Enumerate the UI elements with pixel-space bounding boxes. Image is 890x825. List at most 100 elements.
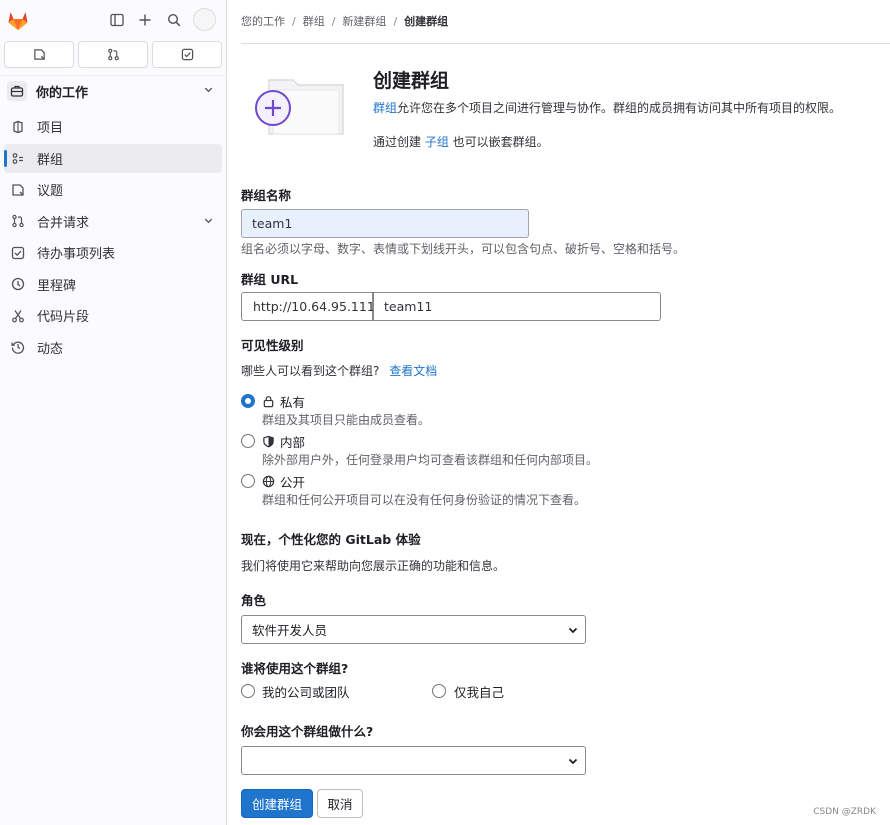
cancel-button[interactable]: 取消 (317, 789, 363, 818)
issues-icon (33, 49, 45, 60)
page-title: 创建群组 (373, 70, 450, 92)
who-company-radio[interactable] (241, 684, 255, 698)
user-avatar[interactable] (193, 8, 216, 31)
project-icon (10, 119, 26, 135)
visibility-public-radio[interactable] (241, 474, 255, 488)
sidebar-item-groups[interactable]: 群组 (4, 143, 222, 173)
group-url-input[interactable]: team11 (373, 292, 661, 321)
activity-icon (10, 339, 26, 355)
chevron-down-icon (203, 215, 214, 230)
who-just-me-label[interactable]: 仅我自己 (454, 682, 504, 701)
plus-icon[interactable] (134, 9, 156, 31)
breadcrumb-your-work[interactable]: 您的工作 (241, 13, 285, 29)
todo-icon (10, 245, 26, 261)
visibility-public-help: 群组和任何公开项目可以在没有任何身份验证的情况下查看。 (262, 493, 587, 507)
sidebar-item-label: 合并请求 (37, 215, 90, 231)
visibility-public-label[interactable]: 公开 (262, 472, 305, 491)
who-company-label[interactable]: 我的公司或团队 (262, 682, 350, 701)
sidebar-item-snippets[interactable]: 代码片段 (4, 301, 222, 330)
sidebar-item-label: 议题 (37, 184, 64, 199)
globe-icon (262, 475, 275, 488)
sidebar-item-activity[interactable]: 动态 (4, 333, 222, 362)
sidebar-item-label: 项目 (37, 121, 64, 136)
lock-icon (263, 396, 274, 408)
sidebar-item-issues[interactable]: 议题 (4, 175, 222, 204)
gitlab-logo-icon[interactable] (6, 8, 30, 32)
subgroup-description: 通过创建 子组 也可以嵌套群组。 (373, 133, 549, 150)
breadcrumb-separator: / (292, 14, 296, 28)
group-name-input[interactable]: team1 (241, 209, 529, 238)
role-select-value: 软件开发人员 (252, 623, 328, 638)
groups-docs-link[interactable]: 群组 (373, 101, 397, 115)
sidebar-item-todos[interactable]: 待办事项列表 (4, 238, 222, 267)
subgroup-text-post: 也可以嵌套群组。 (448, 135, 549, 149)
context-label: 你的工作 (36, 85, 89, 101)
sidebar-item-label: 群组 (37, 152, 64, 168)
main-content: 您的工作 / 群组 / 新建群组 / 创建群组 创建群组 群组允许您在多个项目之… (227, 0, 890, 825)
role-select[interactable]: 软件开发人员 (241, 615, 586, 644)
subgroup-docs-link[interactable]: 子组 (425, 135, 449, 149)
purpose-select[interactable] (241, 746, 586, 775)
visibility-option-label: 公开 (280, 475, 306, 490)
search-icon[interactable] (163, 9, 185, 31)
merge-request-icon (10, 213, 26, 229)
visibility-question: 哪些人可以看到这个群组? 查看文档 (241, 362, 437, 379)
briefcase-icon (7, 81, 27, 101)
chevron-down-icon (567, 755, 579, 770)
sidebar-item-merge-requests[interactable]: 合并请求 (4, 207, 222, 236)
sidebar-item-milestones[interactable]: 里程碑 (4, 270, 222, 299)
sidebar-item-label: 代码片段 (37, 310, 90, 325)
personalize-title: 现在，个性化您的 GitLab 体验 (241, 532, 421, 547)
shield-icon (263, 435, 274, 448)
visibility-internal-help: 除外部用户外，任何登录用户均可查看该群组和任何内部项目。 (262, 453, 599, 467)
purpose-label: 你会用这个群组做什么? (241, 724, 374, 739)
group-url-prefix: http://10.64.95.111/ (241, 292, 379, 321)
group-name-label: 群组名称 (241, 188, 292, 203)
todos-count-button[interactable] (152, 41, 222, 68)
snippet-icon (10, 308, 26, 324)
visibility-private-radio[interactable] (241, 394, 255, 408)
create-group-illustration (243, 72, 349, 138)
group-url-label: 群组 URL (241, 272, 299, 287)
context-switcher[interactable]: 你的工作 (4, 79, 222, 103)
merge-request-icon (107, 48, 119, 61)
chevron-down-icon (567, 624, 579, 639)
page-description: 群组允许您在多个项目之间进行管理与协作。群组的成员拥有访问其中所有项目的权限。 (373, 99, 841, 116)
milestone-icon (10, 276, 26, 292)
subgroup-text-pre: 通过创建 (373, 135, 425, 149)
who-just-me-radio[interactable] (432, 684, 446, 698)
create-group-button[interactable]: 创建群组 (241, 789, 313, 818)
page-description-text: 允许您在多个项目之间进行管理与协作。群组的成员拥有访问其中所有项目的权限。 (397, 101, 842, 115)
breadcrumb-divider (241, 43, 890, 44)
sidebar-item-label: 动态 (37, 341, 64, 357)
role-label: 角色 (241, 593, 267, 608)
visibility-question-text: 哪些人可以看到这个群组? (241, 364, 380, 378)
sidebar-counters (4, 41, 222, 68)
breadcrumb-separator: / (331, 14, 336, 28)
sidebar-item-label: 里程碑 (37, 278, 77, 294)
breadcrumb-new-group[interactable]: 新建群组 (342, 13, 386, 29)
toggle-sidebar-icon[interactable] (106, 9, 128, 31)
breadcrumb-create-group[interactable]: 创建群组 (404, 13, 448, 29)
sidebar-top-bar (0, 6, 227, 34)
sidebar-item-projects[interactable]: 项目 (4, 112, 222, 141)
chevron-down-icon (203, 84, 214, 99)
sidebar: 你的工作 项目 群组 议题 合并请求 待办事项列表 里程碑 代码片段 动态 (0, 0, 227, 825)
group-name-help: 组名必须以字母、数字、表情或下划线开头，可以包含句点、破折号、空格和括号。 (241, 242, 686, 256)
visibility-option-label: 内部 (280, 435, 306, 450)
visibility-private-help: 群组及其项目只能由成员查看。 (262, 413, 431, 427)
issues-icon (10, 182, 26, 198)
breadcrumb-groups[interactable]: 群组 (303, 13, 325, 29)
visibility-private-label[interactable]: 私有 (262, 392, 305, 411)
visibility-internal-radio[interactable] (241, 434, 255, 448)
visibility-option-label: 私有 (280, 395, 306, 410)
sidebar-nav: 项目 群组 议题 合并请求 待办事项列表 里程碑 代码片段 动态 (4, 112, 222, 364)
issues-count-button[interactable] (4, 41, 74, 68)
watermark: CSDN @ZRDK (813, 807, 876, 817)
merge-requests-count-button[interactable] (78, 41, 148, 68)
personalize-description: 我们将使用它来帮助向您展示正确的功能和信息。 (241, 559, 506, 573)
breadcrumb: 您的工作 / 群组 / 新建群组 / 创建群组 (241, 13, 448, 29)
visibility-internal-label[interactable]: 内部 (262, 432, 305, 451)
visibility-docs-link[interactable]: 查看文档 (389, 364, 437, 378)
sidebar-divider (0, 75, 227, 76)
